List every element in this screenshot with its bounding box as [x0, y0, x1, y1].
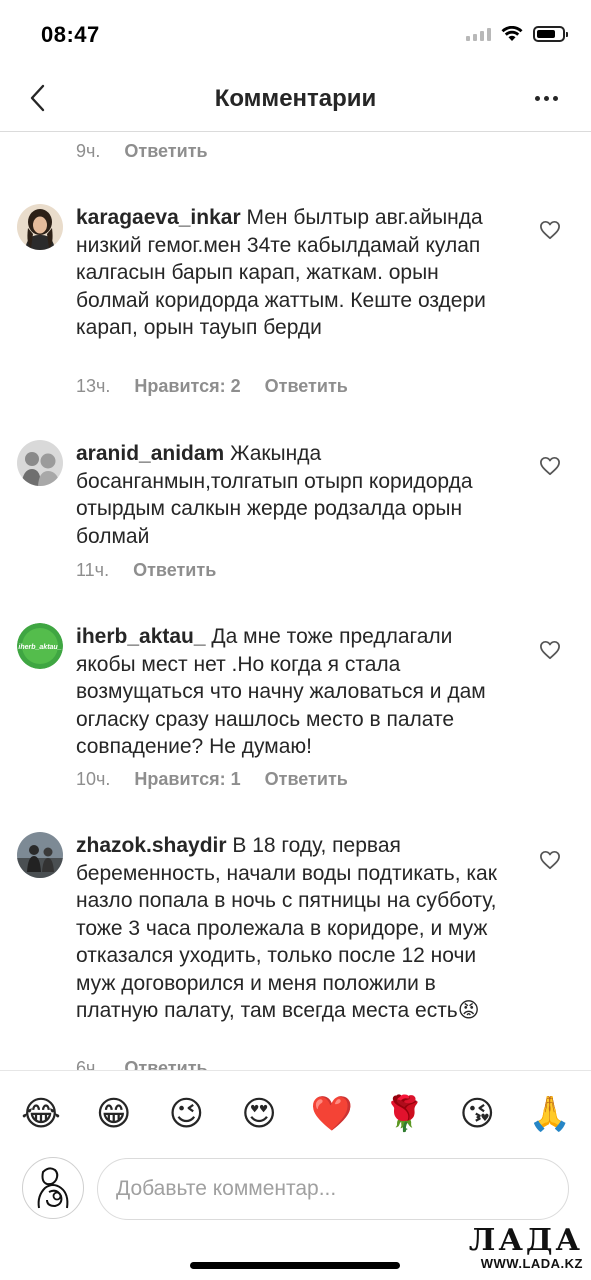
comment-composer [0, 1156, 591, 1220]
watermark-url: WWW.LADA.KZ [480, 1256, 583, 1271]
comment-username[interactable]: aranid_anidam [76, 442, 224, 465]
comment-meta: 9ч. Ответить [76, 141, 208, 162]
comment-meta: 13ч. Нравится: 2 Ответить [76, 376, 348, 397]
comment-username[interactable]: zhazok.shaydir [76, 834, 227, 857]
status-time: 08:47 [41, 22, 100, 47]
comment-time: 9ч. [76, 141, 101, 161]
likes-count[interactable]: Нравится: 2 [134, 376, 240, 397]
comment-time: 13ч. [76, 376, 111, 396]
comment-text: zhazok.shaydir В 18 году, первая беремен… [76, 832, 516, 1025]
comment-content: В 18 году, первая беременность, начали в… [76, 834, 497, 1022]
battery-icon [533, 26, 568, 42]
comment-time: 10ч. [76, 769, 111, 789]
avatar[interactable] [17, 832, 63, 878]
watermark: ЛАДА WWW.LADA.KZ [468, 1223, 583, 1272]
comment-text: aranid_anidam Жакында босанганмын,толгат… [76, 440, 516, 550]
comment-meta: 10ч. Нравится: 1 Ответить [76, 769, 348, 790]
emoji-red-heart[interactable]: ❤️ [309, 1094, 355, 1134]
nav-bar: Комментарии [0, 70, 591, 132]
emoji-kiss[interactable]: 😘 [454, 1094, 500, 1134]
home-indicator[interactable] [190, 1262, 400, 1269]
heart-outline-icon[interactable] [539, 220, 561, 240]
comment-time: 11ч. [76, 560, 110, 580]
heart-outline-icon[interactable] [539, 456, 561, 476]
reply-button[interactable]: Ответить [124, 141, 207, 162]
reply-button[interactable]: Ответить [124, 1058, 207, 1070]
reply-button[interactable]: Ответить [265, 376, 348, 397]
likes-count[interactable]: Нравится: 1 [134, 769, 240, 790]
emoji-rose[interactable]: 🌹 [382, 1094, 428, 1134]
heart-outline-icon[interactable] [539, 850, 561, 870]
avatar[interactable]: iherb_aktau_ [17, 623, 63, 669]
comment-username[interactable]: karagaeva_inkar [76, 206, 241, 229]
comment-meta: 6ч. Ответить [76, 1058, 208, 1070]
page-title: Комментарии [214, 85, 377, 112]
emoji-wink[interactable]: 😉 [163, 1094, 209, 1134]
avatar[interactable] [17, 440, 63, 486]
comment-text: karagaeva_inkar Мен былтыр авг.айында ни… [76, 204, 516, 342]
comment-time: 6ч. [76, 1058, 101, 1070]
my-avatar [22, 1157, 84, 1219]
comments-list[interactable]: 9ч. Ответить karagaeva_inkar Мен былтыр … [0, 132, 591, 1070]
status-icons [466, 26, 568, 42]
emoji-quick-bar: 😂 😁 😉 😍 ❤️ 🌹 😘 🙏 [0, 1070, 591, 1156]
reply-button[interactable]: Ответить [133, 560, 216, 581]
cellular-signal-icon [466, 27, 491, 41]
comment-username[interactable]: iherb_aktau_ [76, 625, 206, 648]
emoji-heart-eyes[interactable]: 😍 [236, 1094, 282, 1134]
emoji-pray[interactable]: 🙏 [527, 1094, 573, 1134]
wifi-icon [501, 26, 523, 41]
comment-input[interactable] [97, 1158, 569, 1220]
status-bar: 08:47 [0, 0, 591, 70]
avatar-text: iherb_aktau_ [18, 644, 61, 651]
comment-text: iherb_aktau_ Да мне тоже предлагали якоб… [76, 623, 516, 761]
emoji-tears-of-joy[interactable]: 😂 [18, 1094, 64, 1134]
reply-button[interactable]: Ответить [265, 769, 348, 790]
heart-outline-icon[interactable] [539, 640, 561, 660]
comment-meta: 11ч. Ответить [76, 560, 216, 581]
emoji-grinning[interactable]: 😁 [91, 1094, 137, 1134]
watermark-logo: ЛАДА [468, 1223, 583, 1258]
more-options-button[interactable] [531, 86, 561, 110]
avatar[interactable] [17, 204, 63, 250]
more-horizontal-icon [534, 95, 540, 101]
